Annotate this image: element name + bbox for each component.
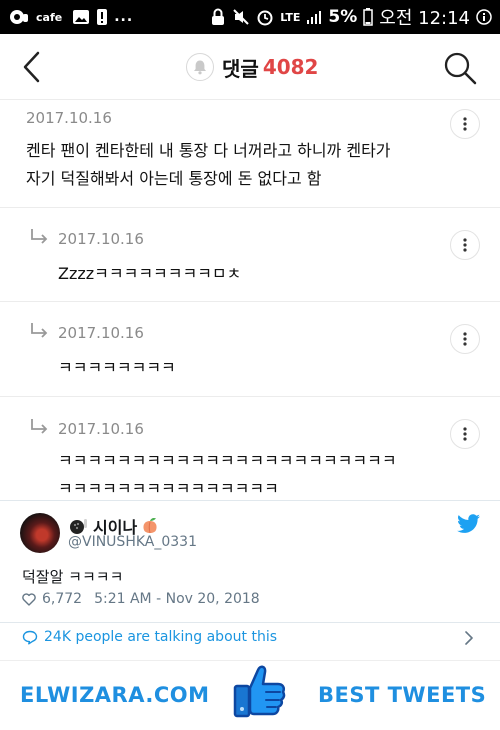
more-vertical-icon (463, 427, 467, 441)
conversation-chevron[interactable] (462, 630, 476, 646)
info-icon (476, 9, 492, 25)
battery-icon (363, 8, 374, 26)
speech-bubble-icon (22, 630, 38, 644)
mute-icon (232, 8, 250, 26)
banner-tagline: BEST TWEETS (318, 683, 487, 707)
reply-item: 2017.10.16 Zzzzㅋㅋㅋㅋㅋㅋㅋㅋㅁㅊ (0, 208, 500, 302)
peach-icon (143, 518, 157, 534)
reply-arrow-icon (31, 229, 48, 244)
more-options-button[interactable] (450, 324, 480, 354)
reply-arrow-icon (31, 323, 48, 338)
comment-line: ㅋㅋㅋㅋㅋㅋㅋㅋㅋㅋㅋㅋㅋㅋㅋㅋㅋㅋㅋㅋㅋㅋㅋ (58, 451, 397, 470)
battery-percent: 5% (328, 7, 358, 27)
header-title-group: 댓글 4082 (186, 51, 318, 83)
tweet-handle[interactable]: @VINUSHKA_0331 (68, 534, 197, 550)
back-button[interactable] (16, 48, 52, 86)
tweet-talking-label: 24K people are talking about this (44, 629, 277, 645)
clock: 오전 12:14 (379, 8, 470, 29)
tweet-conversation-link[interactable]: 24K people are talking about this (22, 629, 277, 645)
heart-icon[interactable] (22, 592, 36, 606)
cafe-app-icon (8, 8, 30, 26)
twitter-logo-button[interactable] (457, 514, 481, 534)
image-icon (72, 9, 90, 25)
twitter-bird-icon (457, 514, 480, 533)
screen: cafe ... LTE 5% 오전 12:14 댓글 4082 2017.10… (0, 0, 500, 730)
cafe-label: cafe (36, 10, 63, 24)
reply-text: Zzzzㅋㅋㅋㅋㅋㅋㅋㅋㅁㅊ (58, 260, 241, 288)
comment-line: ㅋㅋㅋㅋㅋㅋㅋㅋ (58, 358, 176, 377)
alert-icon (96, 8, 108, 26)
more-notifications: ... (114, 9, 134, 25)
more-vertical-icon (463, 117, 467, 131)
reply-arrow-icon (31, 419, 48, 434)
comment-line: ㅋㅋㅋㅋㅋㅋㅋㅋㅋㅋㅋㅋㅋㅋㅋ (58, 479, 279, 498)
lock-icon (210, 8, 226, 26)
tweet-timestamp[interactable]: 5:21 AM - Nov 20, 2018 (94, 591, 260, 607)
reply-text: ㅋㅋㅋㅋㅋㅋㅋㅋ (58, 354, 176, 382)
search-icon (444, 52, 477, 85)
bowling-ball-icon (70, 519, 87, 534)
app-header: 댓글 4082 (0, 34, 500, 100)
reply-date: 2017.10.16 (58, 324, 144, 342)
signal-icon (306, 9, 322, 25)
bell-icon (194, 60, 206, 75)
reply-date: 2017.10.16 (58, 420, 144, 438)
comment-text: 켄타 팬이 켄타한테 내 통장 다 너꺼라고 하니까 켄타가 자기 덕질해봐서 … (26, 137, 391, 193)
avatar[interactable] (20, 513, 60, 553)
reply-item: 2017.10.16 ㅋㅋㅋㅋㅋㅋㅋㅋ (0, 302, 500, 397)
more-options-button[interactable] (450, 230, 480, 260)
network-label: LTE (280, 10, 301, 24)
comment-line: 자기 덕질해봐서 아는데 통장에 돈 없다고 함 (26, 169, 322, 188)
chevron-right-icon (465, 631, 473, 645)
site-name: ELWIZARA.COM (20, 683, 210, 707)
more-options-button[interactable] (450, 109, 480, 139)
comment-count: 4082 (262, 55, 319, 79)
notification-bell-button[interactable] (186, 53, 214, 81)
more-options-button[interactable] (450, 419, 480, 449)
divider (0, 622, 500, 623)
comment-item: 2017.10.16 켄타 팬이 켄타한테 내 통장 다 너꺼라고 하니까 켄타… (0, 100, 500, 208)
reply-item: 2017.10.16 ㅋㅋㅋㅋㅋㅋㅋㅋㅋㅋㅋㅋㅋㅋㅋㅋㅋㅋㅋㅋㅋㅋㅋ ㅋㅋㅋㅋㅋ… (0, 397, 500, 500)
alarm-icon (256, 8, 274, 26)
tweet-like-count: 6,772 (42, 591, 83, 607)
reply-date: 2017.10.16 (58, 230, 144, 248)
page-title: 댓글 (222, 56, 259, 81)
search-button[interactable] (440, 48, 480, 88)
more-vertical-icon (463, 238, 467, 252)
more-vertical-icon (463, 332, 467, 346)
comment-list: 2017.10.16 켄타 팬이 켄타한테 내 통장 다 너꺼라고 하니까 켄타… (0, 100, 500, 500)
comment-line: Zzzzㅋㅋㅋㅋㅋㅋㅋㅋㅁㅊ (58, 264, 242, 283)
chevron-left-icon (23, 51, 40, 83)
comment-line: 켄타 팬이 켄타한테 내 통장 다 너꺼라고 하니까 켄타가 (26, 141, 391, 160)
tweet-meta: 6,772 5:21 AM - Nov 20, 2018 (22, 591, 260, 607)
thumbs-up-icon (228, 662, 288, 724)
status-bar: cafe ... LTE 5% 오전 12:14 (0, 0, 500, 34)
reply-text: ㅋㅋㅋㅋㅋㅋㅋㅋㅋㅋㅋㅋㅋㅋㅋㅋㅋㅋㅋㅋㅋㅋㅋ ㅋㅋㅋㅋㅋㅋㅋㅋㅋㅋㅋㅋㅋㅋㅋ (58, 447, 397, 503)
tweet-text: 덕잘알 ㅋㅋㅋㅋ (22, 568, 124, 586)
comment-date: 2017.10.16 (26, 109, 112, 127)
